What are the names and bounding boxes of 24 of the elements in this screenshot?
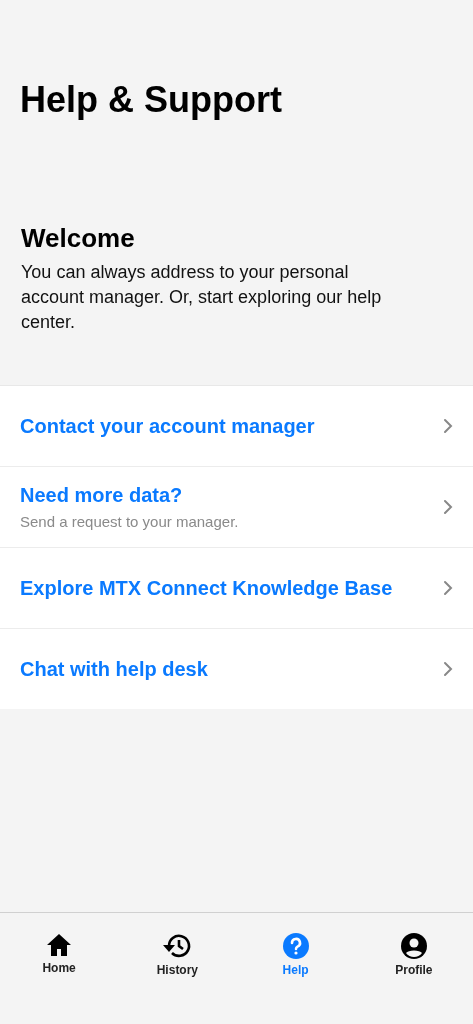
chevron-icon bbox=[443, 418, 453, 434]
item-label: Explore MTX Connect Knowledge Base bbox=[20, 576, 394, 600]
welcome-text: You can always address to your personal account manager. Or, start exploring our help center. bbox=[21, 261, 383, 334]
chevron-icon bbox=[443, 499, 453, 515]
help-list-item[interactable]: Explore MTX Connect Knowledge Base bbox=[0, 548, 473, 629]
home-icon bbox=[46, 933, 73, 957]
welcome-heading: Welcome bbox=[21, 222, 136, 254]
help-list-item[interactable]: Need more data? Send a request to your manager. bbox=[0, 467, 473, 548]
item-label: Contact your account manager bbox=[20, 414, 316, 438]
tab-button[interactable]: Help bbox=[236, 913, 355, 1024]
history-icon bbox=[162, 933, 193, 959]
page-title: Help & Support bbox=[20, 78, 283, 122]
item-subtitle: Send a request to your manager. bbox=[20, 513, 240, 530]
chevron-icon bbox=[443, 580, 453, 596]
chevron-icon bbox=[443, 661, 453, 677]
tab-button[interactable]: History bbox=[118, 913, 237, 1024]
item-label: Chat with help desk bbox=[20, 657, 209, 681]
item-label: Need more data? bbox=[20, 484, 184, 507]
help-icon bbox=[282, 933, 309, 959]
help-list-item[interactable]: Contact your account manager bbox=[0, 386, 473, 467]
tab-button[interactable]: Profile bbox=[354, 913, 473, 1024]
tab-button[interactable]: Home bbox=[0, 913, 119, 1024]
profile-icon bbox=[400, 933, 427, 959]
help-list-item[interactable]: Chat with help desk bbox=[0, 629, 473, 709]
